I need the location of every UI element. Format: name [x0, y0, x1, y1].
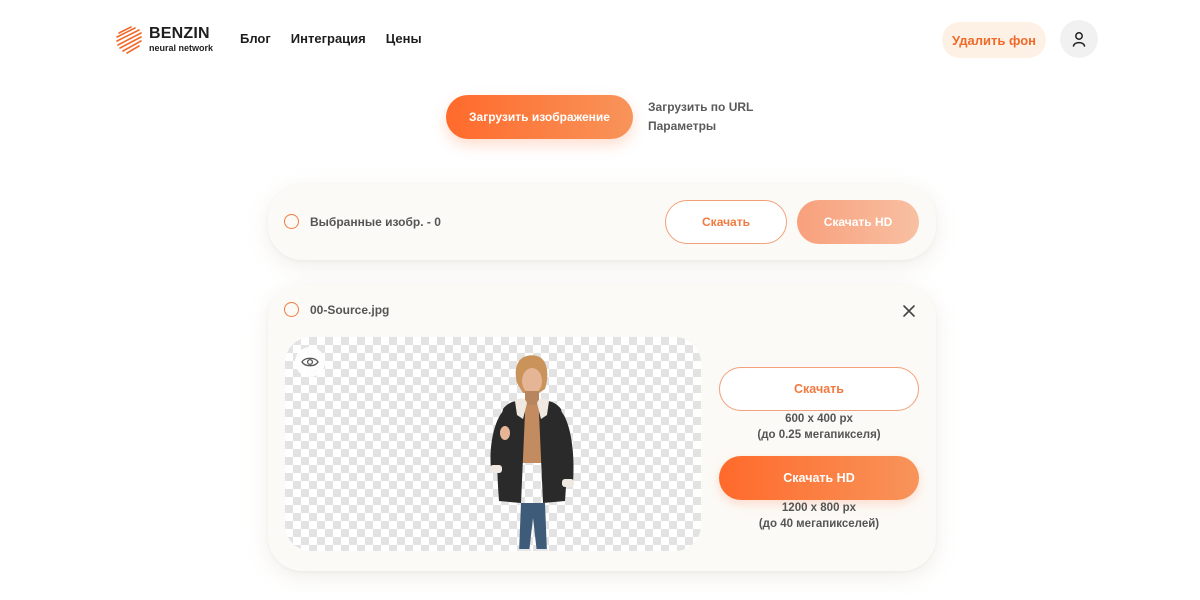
- image-preview: [285, 337, 701, 551]
- download-selected-hd-button[interactable]: Скачать HD: [797, 200, 919, 244]
- main-nav: Блог Интеграция Цены: [240, 31, 422, 46]
- download-info: 600 x 400 px (до 0.25 мегапикселя): [719, 411, 919, 443]
- upload-by-url-link[interactable]: Загрузить по URL: [648, 100, 753, 114]
- file-select-radio[interactable]: [284, 302, 299, 317]
- select-all-radio[interactable]: [284, 214, 299, 229]
- download-button[interactable]: Скачать: [719, 367, 919, 411]
- download-selected-button[interactable]: Скачать: [665, 200, 787, 244]
- selected-count-label: Выбранные изобр. - 0: [310, 215, 441, 229]
- eye-icon: [301, 357, 319, 367]
- nav-integration[interactable]: Интеграция: [291, 31, 366, 46]
- remove-background-button[interactable]: Удалить фон: [942, 22, 1046, 58]
- upload-alternatives: Загрузить по URL Параметры: [648, 100, 753, 133]
- subject-person-image: [490, 355, 574, 551]
- close-icon: [903, 305, 915, 317]
- file-name: 00-Source.jpg: [310, 303, 390, 317]
- selection-summary-card: Выбранные изобр. - 0 Скачать Скачать HD: [268, 184, 936, 260]
- download-hd-megapixels: (до 40 мегапикселей): [758, 518, 880, 530]
- page: BENZIN neural network Блог Интеграция Це…: [0, 0, 1200, 600]
- nav-blog[interactable]: Блог: [240, 31, 271, 46]
- preview-toggle-button[interactable]: [295, 347, 325, 377]
- upload-image-button[interactable]: Загрузить изображение: [446, 95, 633, 139]
- close-file-button[interactable]: [900, 302, 918, 320]
- download-hd-info: 1200 x 800 px (до 40 мегапикселей): [719, 500, 919, 532]
- logo-name: BENZIN: [149, 24, 210, 42]
- file-card: 00-Source.jpg Скачать 600 x 400 px (до 0…: [268, 284, 936, 571]
- parameters-link[interactable]: Параметры: [648, 119, 753, 133]
- user-account-button[interactable]: [1060, 20, 1098, 58]
- download-resolution: 600 x 400 px: [785, 413, 853, 425]
- download-hd-button[interactable]: Скачать HD: [719, 456, 919, 500]
- nav-prices[interactable]: Цены: [386, 31, 422, 46]
- download-hd-resolution: 1200 x 800 px: [781, 502, 857, 514]
- logo[interactable]: BENZIN neural network: [115, 23, 213, 55]
- user-icon: [1072, 32, 1086, 47]
- logo-mark-icon: [116, 26, 142, 54]
- download-megapixels: (до 0.25 мегапикселя): [757, 429, 881, 441]
- logo-subtitle: neural network: [149, 42, 214, 53]
